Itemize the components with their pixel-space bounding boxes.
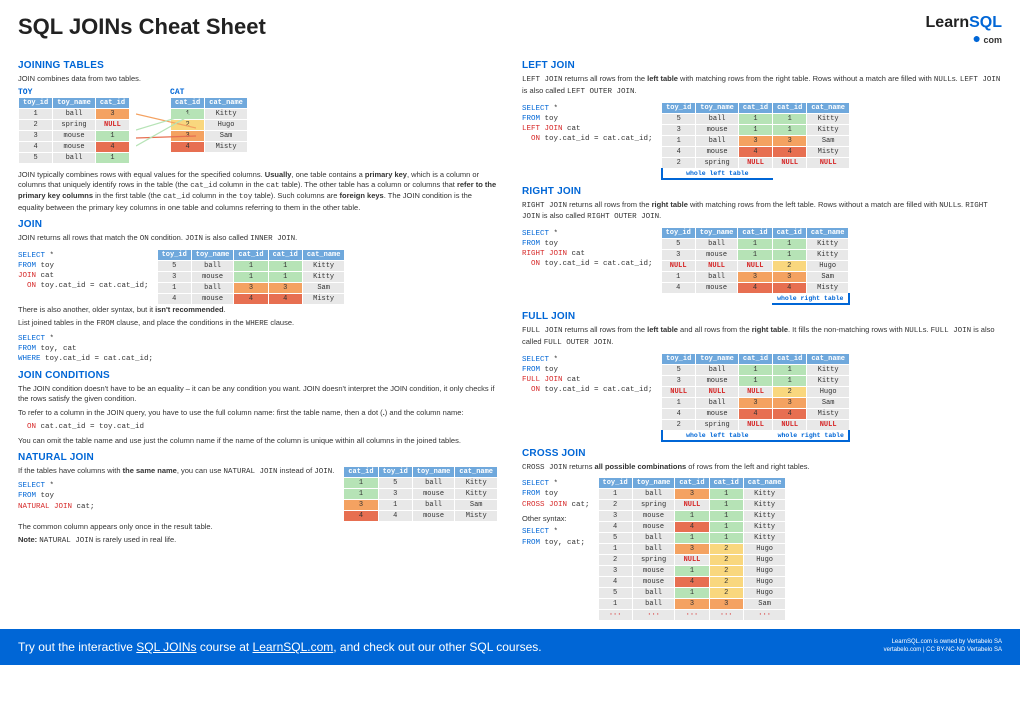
cat-table: cat_idcat_name1Kitty2Hugo3Sam4Misty <box>170 97 248 153</box>
natural-heading: NATURAL JOIN <box>18 452 498 463</box>
inner-join-result: toy_idtoy_namecat_idcat_idcat_name5ball1… <box>157 249 346 305</box>
right-join-heading: RIGHT JOIN <box>522 186 1002 197</box>
join-cond-code: ON cat.cat_id = toy.cat_id <box>18 422 498 432</box>
left-join-heading: LEFT JOIN <box>522 60 1002 71</box>
right-sql: SELECT * FROM toy RIGHT JOIN cat ON toy.… <box>522 229 653 270</box>
logo: LearnSQL ● com <box>926 14 1002 46</box>
footer-legal: LearnSQL.com is owned by Vertabelo SA ve… <box>884 639 1002 655</box>
cross-join-p: CROSS JOIN returns all possible combinat… <box>522 462 1002 474</box>
natural-sql: SELECT * FROM toy NATURAL JOIN cat; <box>18 481 335 511</box>
full-result: toy_idtoy_namecat_idcat_idcat_name5ball1… <box>661 353 851 442</box>
footer: Try out the interactive SQL JOINs course… <box>0 629 1020 665</box>
full-sql: SELECT * FROM toy FULL JOIN cat ON toy.c… <box>522 355 653 396</box>
join-cond-p1: The JOIN condition doesn't have to be an… <box>18 384 498 404</box>
join-cond-heading: JOIN CONDITIONS <box>18 370 498 381</box>
cross-result: toy_idtoy_namecat_idcat_idcat_name1ball3… <box>598 477 787 621</box>
right-result: toy_idtoy_namecat_idcat_idcat_name5ball1… <box>661 227 850 305</box>
join-sql-old: SELECT * FROM toy, cat WHERE toy.cat_id … <box>18 334 498 364</box>
cat-table-label: CAT <box>170 88 248 97</box>
joining-explain: JOIN typically combines rows with equal … <box>18 170 498 213</box>
page: SQL JOINs Cheat Sheet LearnSQL ● com JOI… <box>0 0 1020 621</box>
right-join-p: RIGHT JOIN returns all rows from the rig… <box>522 200 1002 224</box>
source-tables: TOY toy_idtoy_namecat_id1ball32springNUL… <box>18 88 498 164</box>
cross-other: Other syntax: <box>522 514 590 524</box>
left-result: toy_idtoy_namecat_idcat_idcat_name5ball1… <box>661 102 850 180</box>
header: SQL JOINs Cheat Sheet LearnSQL ● com <box>18 14 1002 46</box>
cross-sql: SELECT * FROM toy CROSS JOIN cat; <box>522 479 590 509</box>
natural-p3: Note: NATURAL JOIN is rarely used in rea… <box>18 535 498 547</box>
join-old-syntax-b: List joined tables in the FROM clause, a… <box>18 318 498 330</box>
right-column: LEFT JOIN LEFT JOIN returns all rows fro… <box>522 54 1002 621</box>
footer-main: Try out the interactive SQL JOINs course… <box>18 640 542 654</box>
toy-table-label: TOY <box>18 88 130 97</box>
left-column: JOINING TABLES JOIN combines data from t… <box>18 54 498 621</box>
join-cond-p2a: To refer to a column in the JOIN query, … <box>18 408 498 418</box>
full-join-heading: FULL JOIN <box>522 311 1002 322</box>
join-heading: JOIN <box>18 219 498 230</box>
joining-tables-intro: JOIN combines data from two tables. <box>18 74 498 84</box>
left-join-p: LEFT JOIN returns all rows from the left… <box>522 74 1002 98</box>
footer-link-site[interactable]: LearnSQL.com <box>253 640 334 654</box>
natural-p2: The common column appears only once in t… <box>18 522 498 532</box>
join-sql: SELECT * FROM toy JOIN cat ON toy.cat_id… <box>18 251 149 292</box>
join-old-syntax-a: There is also another, older syntax, but… <box>18 305 498 315</box>
join-intro: JOIN returns all rows that match the ON … <box>18 233 498 245</box>
cross-sql2: SELECT * FROM toy, cat; <box>522 527 590 547</box>
natural-p1: If the tables have columns with the same… <box>18 466 335 478</box>
natural-result: cat_idtoy_idtoy_namecat_name15ballKitty1… <box>343 466 498 522</box>
columns: JOINING TABLES JOIN combines data from t… <box>18 54 1002 621</box>
cross-join-heading: CROSS JOIN <box>522 448 1002 459</box>
left-sql: SELECT * FROM toy LEFT JOIN cat ON toy.c… <box>522 104 653 145</box>
toy-table: toy_idtoy_namecat_id1ball32springNULL3mo… <box>18 97 130 164</box>
joining-tables-heading: JOINING TABLES <box>18 60 498 71</box>
full-join-p: FULL JOIN returns all rows from the left… <box>522 325 1002 349</box>
join-cond-p2b: You can omit the table name and use just… <box>18 436 498 446</box>
page-title: SQL JOINs Cheat Sheet <box>18 14 266 40</box>
footer-link-joins[interactable]: SQL JOINs <box>136 640 196 654</box>
